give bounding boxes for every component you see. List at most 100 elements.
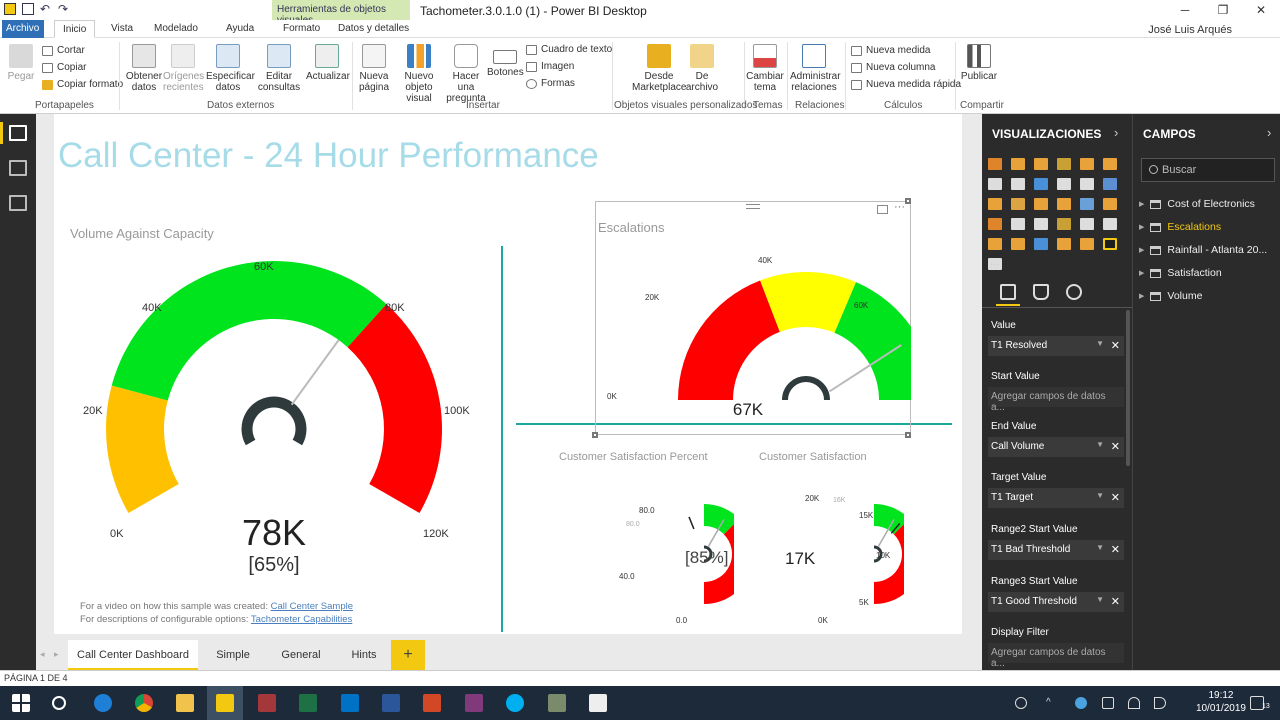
tachometer-capabilities-link[interactable]: Tachometer Capabilities <box>251 614 352 625</box>
user-name[interactable]: José Luis Arqués <box>1148 24 1232 36</box>
file-explorer-icon[interactable] <box>176 694 194 712</box>
add-page-button[interactable]: + <box>391 640 425 670</box>
project-icon[interactable] <box>548 694 566 712</box>
copy-format-button[interactable]: Copiar formato <box>42 79 123 90</box>
visual-type-icon[interactable] <box>1057 238 1071 250</box>
visual-type-icon[interactable] <box>1011 158 1025 170</box>
tab-help[interactable]: Ayuda <box>218 20 262 38</box>
field-table-item[interactable]: ▶ Escalations <box>1139 221 1221 233</box>
visual-type-icon[interactable] <box>1034 218 1048 230</box>
buttons-button[interactable]: Botones <box>487 44 524 78</box>
field-table-item[interactable]: ▶ Satisfaction <box>1139 267 1222 279</box>
shapes-button[interactable]: Formas <box>526 78 575 89</box>
access-icon[interactable] <box>258 694 276 712</box>
visual-type-icon[interactable] <box>988 178 1002 190</box>
tab-simple[interactable]: Simple <box>200 640 266 670</box>
tab-hints[interactable]: Hints <box>336 640 392 670</box>
visual-type-icon[interactable] <box>1057 218 1071 230</box>
visual-type-icon[interactable] <box>1080 218 1094 230</box>
well-dropdown-icon[interactable]: ▼ <box>1096 543 1104 552</box>
wells-scrollbar[interactable] <box>1126 310 1130 466</box>
remove-field-icon[interactable]: ✕ <box>1111 543 1120 556</box>
expand-icon[interactable]: ▶ <box>1139 200 1144 208</box>
redo-icon[interactable]: ↷ <box>58 3 70 15</box>
well-field[interactable]: T1 Target ▼ ✕ <box>988 488 1124 508</box>
visual-type-icon[interactable] <box>1034 158 1048 170</box>
tab-data-details[interactable]: Datos y detalles <box>330 20 417 38</box>
visual-type-icon[interactable] <box>988 198 1002 210</box>
visual-type-icon[interactable] <box>1103 218 1117 230</box>
enter-data-button[interactable]: Especificar datos <box>206 44 255 93</box>
visual-type-icon[interactable] <box>1011 218 1025 230</box>
tray-expand-icon[interactable]: ^ <box>1046 697 1058 709</box>
tab-scroll-right-icon[interactable]: ▸ <box>54 649 59 660</box>
field-table-item[interactable]: ▶ Cost of Electronics <box>1139 198 1255 210</box>
expand-icon[interactable]: ▶ <box>1139 223 1144 231</box>
edge-icon[interactable] <box>94 694 112 712</box>
chrome-icon[interactable] <box>135 694 153 712</box>
from-file-button[interactable]: De archivo <box>684 44 720 93</box>
visual-type-icon[interactable] <box>1080 178 1094 190</box>
tab-call-center-dashboard[interactable]: Call Center Dashboard <box>68 640 198 670</box>
visual-type-icon[interactable] <box>1011 238 1025 250</box>
visual-type-icon[interactable] <box>988 238 1002 250</box>
new-page-button[interactable]: Nueva página <box>355 44 393 93</box>
visual-type-icon[interactable] <box>1057 198 1071 210</box>
visual-type-icon[interactable] <box>1057 158 1071 170</box>
resize-handle[interactable] <box>905 432 911 438</box>
powerbi-taskbar-icon[interactable] <box>216 694 234 712</box>
resize-handle[interactable] <box>592 432 598 438</box>
expand-icon[interactable]: ▶ <box>1139 246 1144 254</box>
more-visuals-icon[interactable]: ... <box>990 256 999 268</box>
copy-button[interactable]: Copiar <box>42 62 86 73</box>
publish-button[interactable]: Publicar <box>960 44 998 82</box>
new-measure-button[interactable]: Nueva medida <box>851 45 930 56</box>
data-view-icon[interactable] <box>9 160 27 176</box>
visual-type-icon[interactable] <box>1103 178 1117 190</box>
outlook-icon[interactable] <box>341 694 359 712</box>
from-marketplace-button[interactable]: Desde Marketplace <box>632 44 686 93</box>
visual-type-icon[interactable] <box>1080 158 1094 170</box>
image-button[interactable]: Imagen <box>526 61 574 72</box>
minimize-icon[interactable]: ─ <box>1166 0 1204 20</box>
call-center-sample-link[interactable]: Call Center Sample <box>271 601 353 612</box>
well-field[interactable]: Call Volume ▼ ✕ <box>988 437 1124 457</box>
new-visual-button[interactable]: Nuevo objeto visual <box>393 44 445 104</box>
remove-field-icon[interactable]: ✕ <box>1111 339 1120 352</box>
onedrive-icon[interactable] <box>1075 697 1087 709</box>
visual-type-icon[interactable] <box>1103 158 1117 170</box>
system-clock[interactable]: 19:12 10/01/2019 <box>1196 689 1246 715</box>
collapse-fields-icon[interactable]: › <box>1267 125 1271 140</box>
restore-icon[interactable]: ❐ <box>1204 0 1242 20</box>
switch-theme-button[interactable]: Cambiar tema <box>746 44 784 93</box>
gauge2-visual[interactable] <box>595 244 911 414</box>
ask-question-button[interactable]: Hacer una pregunta <box>445 44 487 104</box>
visual-type-icon[interactable] <box>1011 178 1025 190</box>
model-view-icon[interactable] <box>9 195 27 211</box>
visual-type-icon[interactable] <box>988 218 1002 230</box>
windows-start-icon[interactable] <box>12 694 30 712</box>
tab-scroll-left-icon[interactable]: ◂ <box>40 649 45 660</box>
onenote-icon[interactable] <box>465 694 483 712</box>
new-quick-measure-button[interactable]: Nueva medida rápida <box>851 79 961 90</box>
well-field[interactable]: T1 Resolved ▼ ✕ <box>988 336 1124 356</box>
visual-type-icon[interactable] <box>988 158 1002 170</box>
visual-type-icon[interactable] <box>1103 238 1117 250</box>
well-dropdown-icon[interactable]: ▼ <box>1096 440 1104 449</box>
edit-queries-button[interactable]: Editar consultas <box>256 44 302 93</box>
well-dropdown-icon[interactable]: ▼ <box>1096 491 1104 500</box>
tab-file[interactable]: Archivo <box>2 20 44 38</box>
visual-type-icon[interactable] <box>1080 238 1094 250</box>
fields-well-icon[interactable] <box>1000 284 1016 300</box>
expand-icon[interactable]: ▶ <box>1139 292 1144 300</box>
wifi-icon[interactable] <box>1128 697 1140 709</box>
expand-icon[interactable]: ▶ <box>1139 269 1144 277</box>
well-field[interactable]: T1 Good Threshold ▼ ✕ <box>988 592 1124 612</box>
visual-type-icon[interactable] <box>1011 198 1025 210</box>
tab-view[interactable]: Vista <box>103 20 141 38</box>
analytics-magnifier-icon[interactable] <box>1066 284 1082 300</box>
more-options-icon[interactable]: ··· <box>894 201 905 213</box>
focus-mode-icon[interactable] <box>877 205 888 214</box>
tab-format[interactable]: Formato <box>275 20 328 38</box>
well-dropdown-icon[interactable]: ▼ <box>1096 595 1104 604</box>
